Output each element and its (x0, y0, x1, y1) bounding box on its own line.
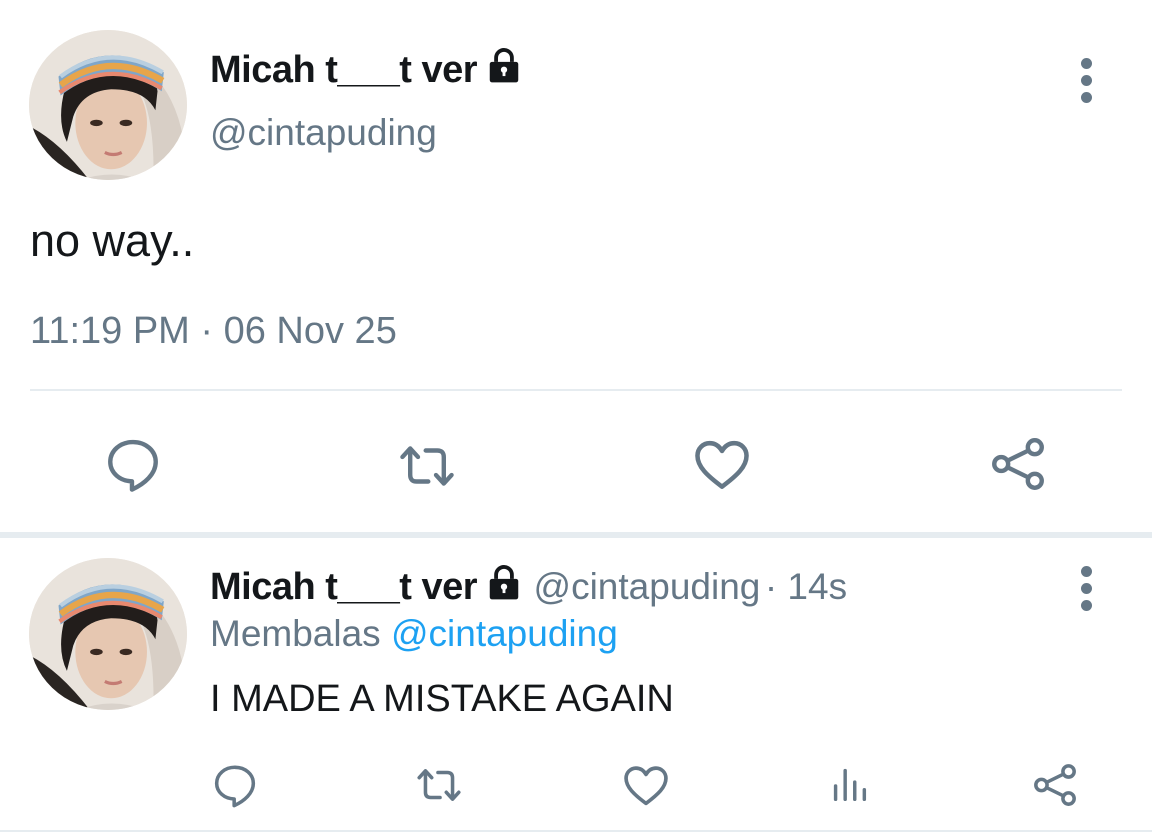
reply-tweet-reply-button[interactable] (210, 760, 260, 810)
section-divider (0, 532, 1152, 538)
main-tweet-handle[interactable]: @cintapuding (210, 112, 437, 154)
reply-time-ago: · 14s (764, 566, 848, 607)
replying-to-line: Membalas @cintapuding (210, 613, 618, 655)
main-tweet-avatar[interactable] (29, 30, 187, 180)
reply-display-name[interactable]: Micah t___t ver (210, 566, 478, 608)
reply-tweet-share-button[interactable] (1030, 760, 1080, 810)
reply-icon (102, 433, 164, 495)
display-name-text: Micah t___t ver (210, 49, 478, 91)
like-icon (690, 432, 754, 496)
reply-icon (210, 760, 260, 810)
like-button[interactable] (690, 432, 754, 496)
main-tweet-more-options-icon[interactable] (1080, 58, 1092, 109)
lock-icon (485, 46, 523, 94)
retweet-button[interactable] (396, 435, 458, 497)
share-icon (1030, 760, 1080, 810)
replying-prefix: Membalas (210, 613, 381, 654)
retweet-icon (414, 760, 464, 810)
reply-tweet-header: Micah t___t ver @cintapuding · 14s (210, 563, 847, 609)
main-tweet-timestamp[interactable]: 11:19 PM · 06 Nov 25 (30, 310, 397, 353)
analytics-icon (826, 761, 872, 807)
main-tweet-divider (30, 389, 1122, 391)
main-tweet-display-name[interactable]: Micah t___t ver (210, 46, 523, 94)
reply-tweet-like-button[interactable] (620, 759, 672, 811)
reply-handle[interactable]: @cintapuding (534, 566, 761, 607)
share-button[interactable] (987, 433, 1049, 495)
lock-icon (485, 563, 523, 606)
bottom-divider (0, 830, 1152, 832)
reply-tweet-text: I MADE A MISTAKE AGAIN (210, 678, 674, 720)
reply-tweet-retweet-button[interactable] (414, 760, 464, 810)
like-icon (620, 759, 672, 811)
retweet-icon (396, 435, 458, 497)
reply-tweet-avatar[interactable] (29, 558, 187, 710)
reply-tweet-more-options-icon[interactable] (1080, 566, 1092, 617)
share-icon (987, 433, 1049, 495)
replying-to-link[interactable]: @cintapuding (391, 613, 618, 654)
main-tweet-text: no way.. (30, 215, 195, 266)
reply-button[interactable] (102, 433, 164, 495)
reply-tweet-analytics-button[interactable] (826, 761, 872, 807)
